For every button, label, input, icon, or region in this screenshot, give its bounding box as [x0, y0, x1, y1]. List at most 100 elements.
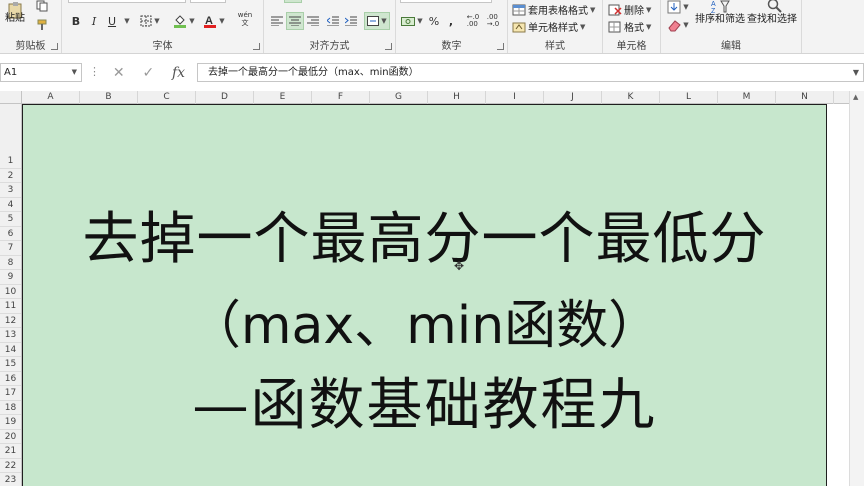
column-header[interactable]: A [22, 91, 80, 104]
align-right-button[interactable] [304, 12, 322, 30]
format-cells-icon [608, 21, 621, 32]
autosum-button[interactable]: ▼ [666, 0, 690, 16]
decrease-decimal-icon: .00 →.0 [486, 13, 500, 28]
delete-button[interactable]: 删除 ▼ [608, 2, 651, 17]
styles-group-label: 样式 [545, 41, 565, 52]
clear-button[interactable]: ▼ [666, 16, 690, 34]
percent-button[interactable]: % [426, 12, 442, 30]
column-header[interactable]: C [138, 91, 196, 104]
row-header[interactable]: 11 [0, 299, 21, 314]
column-header[interactable]: H [428, 91, 486, 104]
decrease-indent-button[interactable] [324, 12, 342, 30]
row-header[interactable]: 19 [0, 415, 21, 430]
border-button[interactable]: ▼ [138, 12, 162, 30]
phonetic-button[interactable]: wén 文 [234, 10, 256, 28]
row-header[interactable]: 21 [0, 444, 21, 459]
row-header[interactable]: 14 [0, 343, 21, 357]
format-button[interactable]: 格式 ▼ [608, 19, 651, 34]
bold-button[interactable]: B [68, 12, 84, 30]
row-header[interactable]: 2 [0, 169, 21, 183]
name-box-dropdown-icon[interactable]: ▼ [72, 64, 77, 81]
column-header[interactable]: D [196, 91, 254, 104]
row-header[interactable]: 3 [0, 183, 21, 198]
styles-group: 套用表格格式 ▼ 单元格样式 ▼ 样式 [508, 0, 603, 53]
column-header[interactable]: N [776, 91, 834, 104]
underline-dropdown[interactable]: ▼ [120, 12, 132, 30]
increase-indent-button[interactable] [342, 12, 360, 30]
alignment-launcher[interactable] [385, 43, 392, 50]
eraser-icon [668, 20, 682, 32]
column-header[interactable]: I [486, 91, 544, 104]
increase-decimal-button[interactable]: ←.0.00 [464, 12, 482, 30]
select-all-corner[interactable] [0, 91, 22, 104]
column-header[interactable]: F [312, 91, 370, 104]
column-header[interactable]: G [370, 91, 428, 104]
clipboard-launcher[interactable] [51, 43, 58, 50]
font-name-box[interactable] [68, 0, 186, 3]
number-launcher[interactable] [497, 43, 504, 50]
row-header[interactable]: 8 [0, 256, 21, 270]
comma-button[interactable]: , [444, 12, 458, 30]
column-header[interactable]: B [80, 91, 138, 104]
find-select-button[interactable]: 查找和选择 [747, 10, 797, 25]
row-header[interactable]: 17 [0, 386, 21, 401]
sort-filter-button[interactable]: 排序和筛选 [695, 10, 745, 25]
svg-text:A: A [711, 1, 716, 8]
middle-align-button[interactable] [284, 0, 302, 3]
row-header[interactable]: 4 [0, 198, 21, 212]
paste-label[interactable]: 粘贴 [5, 9, 25, 24]
font-size-box[interactable] [190, 0, 226, 3]
italic-button[interactable]: I [86, 12, 102, 30]
accounting-format-button[interactable]: ▼ [400, 12, 424, 30]
formula-bar-grip-icon[interactable]: ⋮ [89, 65, 100, 78]
decrease-decimal-button[interactable]: .00 →.0 [484, 12, 502, 30]
row-header[interactable]: 15 [0, 357, 21, 372]
column-header[interactable]: L [660, 91, 718, 104]
row-header[interactable]: 12 [0, 314, 21, 328]
cancel-icon[interactable]: ✕ [113, 65, 125, 81]
underline-button[interactable]: U [104, 12, 120, 30]
scroll-up-icon[interactable]: ▲ [853, 93, 858, 101]
font-color-button[interactable]: A ▼ [200, 12, 228, 30]
column-header[interactable]: K [602, 91, 660, 104]
name-box[interactable]: A1 ▼ [0, 63, 82, 82]
increase-indent-icon [345, 16, 357, 26]
row-header[interactable]: 13 [0, 328, 21, 343]
merge-center-button[interactable]: ▼ [364, 12, 390, 30]
format-painter-button[interactable] [34, 16, 50, 34]
phonetic-glyph: 文 [241, 19, 249, 27]
number-group: ▼ % , ←.0.00 .00 →.0 数字 [396, 0, 508, 53]
row-header[interactable]: 7 [0, 241, 21, 256]
font-launcher[interactable] [253, 43, 260, 50]
row-header[interactable]: 6 [0, 227, 21, 241]
font-color-icon: A [204, 15, 217, 28]
font-group: B I U ▼ ▼ ▼ A ▼ wén 文 字体 [62, 0, 264, 53]
insert-function-button[interactable]: fx [172, 65, 185, 81]
expand-formula-bar-icon[interactable]: ▼ [853, 64, 859, 81]
alignment-group: ▼ 对齐方式 [264, 0, 396, 53]
align-center-button[interactable] [286, 12, 304, 30]
row-header[interactable]: 16 [0, 372, 21, 386]
row-header[interactable]: 1 [0, 154, 21, 169]
fill-color-button[interactable]: ▼ [170, 12, 198, 30]
row-header[interactable]: 10 [0, 285, 21, 299]
row-header[interactable]: 5 [0, 212, 21, 227]
column-header[interactable]: J [544, 91, 602, 104]
row-header[interactable]: 23 [0, 473, 21, 486]
table-format-button[interactable]: 套用表格格式 ▼ [512, 2, 595, 17]
column-header[interactable]: E [254, 91, 312, 104]
title-line-1: 去掉一个最高分一个最低分 [82, 207, 767, 272]
row-header[interactable]: 9 [0, 270, 21, 285]
vertical-scrollbar[interactable]: ▲ [849, 91, 864, 486]
row-header[interactable]: 18 [0, 401, 21, 415]
row-header[interactable]: 20 [0, 430, 21, 444]
number-format-box[interactable] [400, 0, 492, 3]
formula-input[interactable]: 去掉一个最高分一个最低分（max、min函数） ▼ [197, 63, 864, 82]
column-header[interactable]: M [718, 91, 776, 104]
table-format-icon [512, 4, 526, 15]
copy-button[interactable] [34, 0, 50, 15]
cell-style-button[interactable]: 单元格样式 ▼ [512, 19, 585, 34]
row-header[interactable]: 22 [0, 459, 21, 473]
enter-check-icon[interactable]: ✓ [142, 65, 154, 81]
align-left-button[interactable] [268, 12, 286, 30]
